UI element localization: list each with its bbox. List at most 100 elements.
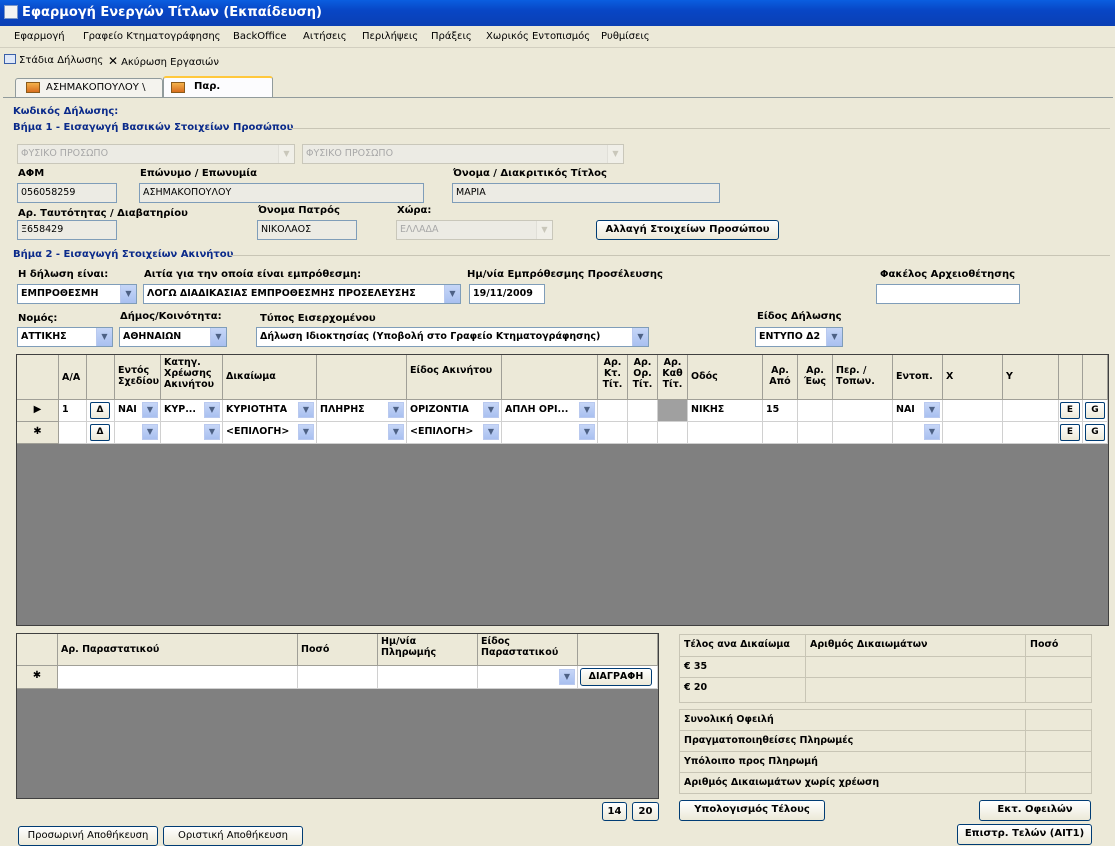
cell-or[interactable] (628, 400, 658, 422)
name-field[interactable]: ΜΑΡΙΑ (452, 183, 720, 203)
cell-in-plan[interactable]: ΝΑΙ ▼ (115, 400, 161, 422)
tab-person[interactable]: ΑΣΗΜΑΚΟΠΟΥΛΟΥ \ (15, 78, 163, 98)
pay-cell-number[interactable] (58, 666, 298, 689)
menu-item-summaries[interactable]: Περιλήψεις (362, 31, 418, 42)
fee-35: € 35 (679, 656, 806, 678)
cell-right2[interactable]: ΠΛΗΡΗΣ ▼ (317, 400, 407, 422)
chevron-down-icon: ▼ (120, 285, 136, 303)
cell-locate[interactable]: ΝΑΙ ▼ (893, 400, 943, 422)
decl-is-select[interactable]: ΕΜΠΡΟΘΕΣΜΗ ▼ (17, 284, 137, 304)
cell-g: G (1083, 400, 1108, 422)
pay-cell-type[interactable]: ▼ (478, 666, 578, 689)
new-cell-in-plan[interactable]: ▼ (115, 422, 161, 444)
menu-item-requests[interactable]: Αιτήσεις (303, 31, 347, 42)
new-cell-locate[interactable]: ▼ (893, 422, 943, 444)
tab-declaration[interactable]: Παρ. Δήλωσης (163, 76, 273, 110)
button-20[interactable]: 20 (632, 802, 659, 821)
cell-area[interactable] (833, 400, 893, 422)
final-save-button[interactable]: Οριστική Αποθήκευση (163, 826, 303, 846)
pay-cell-date[interactable] (378, 666, 478, 689)
reason-select[interactable]: ΛΟΓΩ ΔΙΑΔΙΚΑΣΙΑΣ ΕΜΠΡΟΘΕΣΜΗΣ ΠΡΟΣΕΛΕΥΣΗΣ… (143, 284, 461, 304)
e-button[interactable]: E (1060, 424, 1080, 441)
country-select[interactable]: ΕΛΛΑΔΑ ▼ (396, 220, 553, 240)
pay-col-type: Είδος Παραστατικού (478, 634, 578, 666)
cell-y[interactable] (1003, 400, 1059, 422)
new-cell-or[interactable] (628, 422, 658, 444)
new-row-selector[interactable]: ✱ (17, 422, 59, 444)
col-header-type2 (502, 355, 598, 400)
person-subtype-select[interactable]: ΦΥΣΙΚΟ ΠΡΟΣΩΠΟ ▼ (302, 144, 624, 164)
g-button[interactable]: G (1085, 402, 1105, 419)
button-14[interactable]: 14 (602, 802, 627, 821)
surname-field[interactable]: ΑΣΗΜΑΚΟΠΟΥΛΟΥ (139, 183, 424, 203)
prefecture-select[interactable]: ΑΤΤΙΚΗΣ ▼ (17, 327, 113, 347)
id-field[interactable]: Ξ658429 (17, 220, 117, 240)
incoming-select[interactable]: Δήλωση Ιδιοκτησίας (Υποβολή στο Γραφείο … (256, 327, 649, 347)
cell-right[interactable]: ΚΥΡΙΟΤΗΤΑ ▼ (223, 400, 317, 422)
cell-from[interactable]: 15 (763, 400, 798, 422)
chevron-down-icon: ▼ (278, 145, 294, 163)
menu-item-backoffice[interactable]: BackOffice (233, 31, 286, 42)
menu-item-app[interactable]: Εφαρμογή (14, 31, 65, 42)
new-cell-kath[interactable] (658, 422, 688, 444)
new-cell-y[interactable] (1003, 422, 1059, 444)
new-cell-from[interactable] (763, 422, 798, 444)
row-selector[interactable]: ▶ (17, 400, 59, 422)
new-cell-area[interactable] (833, 422, 893, 444)
afm-field[interactable]: 056058259 (17, 183, 117, 203)
date-field[interactable]: 19/11/2009 (469, 284, 545, 304)
chevron-down-icon: ▼ (924, 424, 940, 440)
municipality-select[interactable]: ΑΘΗΝΑΙΩΝ ▼ (119, 327, 227, 347)
e-button[interactable]: E (1060, 402, 1080, 419)
cell-e: E (1059, 400, 1083, 422)
col-header-kt: Αρ. Κτ. Τίτ. (598, 355, 628, 400)
cell-kt[interactable] (598, 400, 628, 422)
new-cell-x[interactable] (943, 422, 1003, 444)
new-cell-right[interactable]: <ΕΠΙΛΟΓΗ> ▼ (223, 422, 317, 444)
new-cell-e: E (1059, 422, 1083, 444)
folder-field[interactable] (876, 284, 1020, 304)
chevron-down-icon: ▼ (579, 402, 595, 418)
father-field[interactable]: ΝΙΚΟΛΑΟΣ (257, 220, 357, 240)
new-cell-type[interactable]: <ΕΠΙΛΟΓΗ> ▼ (407, 422, 502, 444)
delta-button[interactable]: Δ (90, 402, 110, 419)
new-cell-to[interactable] (798, 422, 833, 444)
chevron-down-icon: ▼ (444, 285, 460, 303)
fees-header-fee: Τέλος ανα Δικαίωμα (679, 634, 806, 657)
menu-item-acts[interactable]: Πράξεις (431, 31, 472, 42)
pay-col-action (578, 634, 658, 666)
pay-cell-amount[interactable] (298, 666, 378, 689)
cell-category[interactable]: ΚΥΡ... ▼ (161, 400, 223, 422)
payments-new-row[interactable]: ✱ (17, 666, 58, 689)
decl-type-select[interactable]: ΕΝΤΥΠΟ Δ2 ▼ (755, 327, 843, 347)
person-type-select[interactable]: ΦΥΣΙΚΟ ΠΡΟΣΩΠΟ ▼ (17, 144, 295, 164)
temp-save-button[interactable]: Προσωρινή Αποθήκευση (18, 826, 158, 846)
cell-street[interactable]: ΝΙΚΗΣ (688, 400, 763, 422)
g-button[interactable]: G (1085, 424, 1105, 441)
new-cell-category[interactable]: ▼ (161, 422, 223, 444)
cancel-jobs-button[interactable]: ✕ Ακύρωση Εργασιών (108, 54, 219, 68)
change-person-button[interactable]: Αλλαγή Στοιχείων Προσώπου (596, 220, 779, 240)
cell-kath[interactable] (658, 400, 688, 422)
chevron-down-icon: ▼ (142, 402, 158, 418)
delta-button[interactable]: Δ (90, 424, 110, 441)
stages-button[interactable]: Στάδια Δήλωσης (4, 54, 103, 66)
menu-item-spatial[interactable]: Χωρικός Εντοπισμός (486, 31, 590, 42)
refund-fees-button[interactable]: Επιστρ. Τελών (ΑΙΤ1) (957, 824, 1092, 845)
calculate-fee-button[interactable]: Υπολογισμός Τέλους (679, 800, 825, 821)
menu-item-settings[interactable]: Ρυθμίσεις (601, 31, 650, 42)
chevron-down-icon: ▼ (210, 328, 226, 346)
cell-to[interactable] (798, 400, 833, 422)
total-due-value (1025, 709, 1092, 731)
delete-button[interactable]: ΔΙΑΓΡΑΦΗ (580, 668, 652, 686)
cell-type2[interactable]: ΑΠΛΗ ΟΡΙ... ▼ (502, 400, 598, 422)
toolbar: Στάδια Δήλωσης ✕ Ακύρωση Εργασιών (0, 49, 1115, 71)
menu-item-office[interactable]: Γραφείο Κτηματογράφησης (83, 31, 221, 42)
cell-type[interactable]: ΟΡΙΖΟΝΤΙΑ ▼ (407, 400, 502, 422)
new-cell-right2[interactable]: ▼ (317, 422, 407, 444)
print-debts-button[interactable]: Εκτ. Οφειλών (979, 800, 1091, 821)
cell-x[interactable] (943, 400, 1003, 422)
new-cell-street[interactable] (688, 422, 763, 444)
new-cell-kt[interactable] (598, 422, 628, 444)
new-cell-type2[interactable]: ▼ (502, 422, 598, 444)
